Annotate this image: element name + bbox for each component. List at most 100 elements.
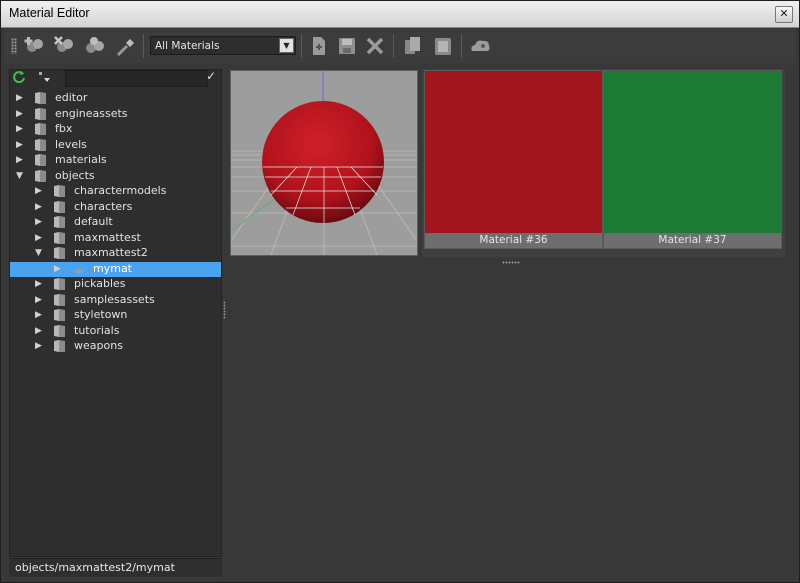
tree-item-objects[interactable]: ▼ objects — [10, 169, 221, 184]
expand-right-icon[interactable]: ▶ — [35, 232, 45, 244]
toolbar-separator — [393, 34, 394, 58]
toolbar-separator — [301, 34, 302, 58]
save-icon[interactable] — [335, 34, 359, 58]
add-material-icon[interactable] — [23, 34, 47, 58]
folder-icon — [53, 215, 67, 229]
material-tile[interactable]: Material #37 — [603, 70, 782, 249]
expand-right-icon[interactable]: ▶ — [16, 92, 26, 104]
tree-item-label: materials — [55, 153, 107, 166]
tree-item-styletown[interactable]: ▶ styletown — [10, 308, 221, 323]
material-tile-label: Material #37 — [604, 233, 781, 248]
tree-item-default[interactable]: ▶ default — [10, 215, 221, 230]
material-icon — [72, 262, 86, 276]
tree-item-label: pickables — [74, 277, 126, 290]
folder-icon — [53, 277, 67, 291]
sphere-preview-render — [231, 71, 417, 255]
preview-cloud-icon[interactable] — [468, 34, 492, 58]
expand-right-icon[interactable]: ▶ — [16, 154, 26, 166]
duplicate-material-icon[interactable] — [83, 34, 107, 58]
material-filter-dropdown[interactable]: All Materials ▼ — [150, 36, 296, 55]
toolbar-grip[interactable] — [11, 38, 17, 54]
expand-right-icon[interactable]: ▶ — [54, 263, 64, 275]
remove-material-icon[interactable] — [53, 34, 77, 58]
title-bar[interactable]: Material Editor ✕ — [1, 1, 799, 28]
folder-icon — [53, 246, 67, 260]
tree-item-levels[interactable]: ▶ levels — [10, 138, 221, 153]
folder-icon — [53, 200, 67, 214]
tree-item-maxmattest[interactable]: ▶ maxmattest — [10, 231, 221, 246]
checkmark-icon[interactable]: ✓ — [206, 69, 220, 85]
expand-right-icon[interactable]: ▶ — [35, 325, 45, 337]
tree-item-charactermodels[interactable]: ▶ charactermodels — [10, 184, 221, 199]
tree-item-label: charactermodels — [74, 184, 167, 197]
refresh-icon[interactable] — [12, 70, 26, 84]
delete-icon[interactable] — [363, 34, 387, 58]
status-path: objects/maxmattest2/mymat — [15, 561, 175, 574]
tree-item-label: maxmattest — [74, 230, 141, 244]
expand-right-icon[interactable]: ▶ — [16, 108, 26, 120]
tree-item-label: engineassets — [55, 106, 128, 120]
material-tile[interactable]: Material #36 — [424, 70, 603, 249]
expand-down-icon[interactable]: ▼ — [35, 247, 45, 259]
toolbar-separator — [143, 34, 144, 58]
tree-item-label: maxmattest2 — [74, 246, 148, 259]
folder-icon — [34, 107, 48, 121]
folder-icon — [34, 122, 48, 136]
tree-search-input[interactable] — [65, 70, 208, 87]
toolbar: All Materials ▼ — [5, 29, 795, 63]
tree-item-characters[interactable]: ▶ characters — [10, 200, 221, 215]
material-editor-window: Material Editor ✕ All Materials ▼ ✓ ▶ ed… — [0, 0, 800, 583]
filter-menu-icon[interactable] — [36, 70, 56, 84]
tree-item-label: samplesassets — [74, 292, 155, 306]
folder-icon — [53, 308, 67, 322]
window-title: Material Editor — [9, 6, 90, 20]
expand-right-icon[interactable]: ▶ — [16, 123, 26, 135]
tree-item-samplesassets[interactable]: ▶ samplesassets — [10, 293, 221, 308]
tree-item-label: objects — [55, 168, 95, 182]
folder-icon — [53, 231, 67, 245]
new-file-icon[interactable] — [307, 34, 331, 58]
expand-right-icon[interactable]: ▶ — [35, 340, 45, 352]
expand-right-icon[interactable]: ▶ — [16, 139, 26, 151]
tree-item-engineassets[interactable]: ▶ engineassets — [10, 107, 221, 122]
folder-icon — [34, 169, 48, 183]
tree-toolbar: ✓ — [9, 69, 222, 87]
tree-item-materials[interactable]: ▶ materials — [10, 153, 221, 168]
tree-item-label: styletown — [74, 308, 128, 321]
expand-right-icon[interactable]: ▶ — [35, 309, 45, 321]
tree-item-tutorials[interactable]: ▶ tutorials — [10, 324, 221, 339]
tree-item-mymat[interactable]: ▶ mymat — [10, 261, 221, 277]
tree-item-pickables[interactable]: ▶ pickables — [10, 277, 221, 292]
vertical-splitter[interactable] — [223, 301, 226, 319]
expand-down-icon[interactable]: ▼ — [16, 170, 26, 182]
folder-icon — [53, 184, 67, 198]
expand-right-icon[interactable]: ▶ — [35, 185, 45, 197]
tree-item-fbx[interactable]: ▶ fbx — [10, 122, 221, 137]
status-bar: objects/maxmattest2/mymat — [9, 558, 222, 577]
close-button[interactable]: ✕ — [775, 6, 793, 23]
folder-icon — [53, 324, 67, 338]
tree-item-label: weapons — [74, 339, 123, 352]
material-preview[interactable] — [230, 70, 418, 256]
tree-item-label: levels — [55, 137, 87, 151]
copy-icon[interactable] — [401, 34, 425, 58]
horizontal-splitter[interactable] — [502, 261, 520, 264]
material-swatch — [425, 71, 602, 233]
tree-item-maxmattest2[interactable]: ▼ maxmattest2 — [10, 246, 221, 261]
tree-item-label: characters — [74, 199, 133, 213]
folder-icon — [53, 339, 67, 353]
chevron-down-icon[interactable]: ▼ — [279, 38, 294, 53]
expand-right-icon[interactable]: ▶ — [35, 278, 45, 290]
tree-item-weapons[interactable]: ▶ weapons — [10, 339, 221, 354]
folder-icon — [53, 293, 67, 307]
material-swatch — [604, 71, 781, 233]
tree-item-label: tutorials — [74, 323, 120, 337]
expand-right-icon[interactable]: ▶ — [35, 216, 45, 228]
filter-value: All Materials — [155, 40, 220, 52]
expand-right-icon[interactable]: ▶ — [35, 294, 45, 306]
tree-item-editor[interactable]: ▶ editor — [10, 91, 221, 106]
folder-icon — [34, 153, 48, 167]
pick-material-icon[interactable] — [113, 34, 137, 58]
paste-icon[interactable] — [431, 34, 455, 58]
expand-right-icon[interactable]: ▶ — [35, 201, 45, 213]
